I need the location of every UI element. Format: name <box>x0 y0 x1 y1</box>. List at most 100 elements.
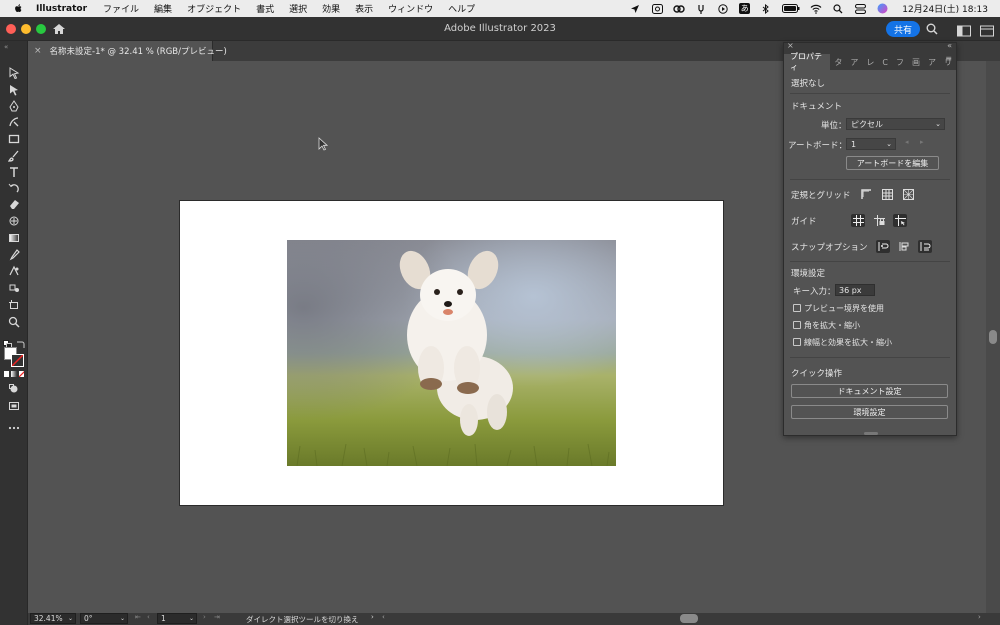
tab-cc-libraries[interactable]: C <box>878 54 892 70</box>
panel-collapse-icon[interactable]: « <box>947 41 952 50</box>
artboard-tool-icon[interactable] <box>7 298 21 312</box>
close-tab-icon[interactable]: × <box>34 46 42 56</box>
curvature-tool-icon[interactable] <box>7 115 21 129</box>
blend-tool-icon[interactable] <box>7 264 21 278</box>
menu-object[interactable]: オブジェクト <box>187 2 241 15</box>
grid-icon[interactable] <box>880 188 894 201</box>
snap-to-glyph-icon[interactable] <box>918 240 932 253</box>
gradient-tool-icon[interactable] <box>7 231 21 245</box>
edit-toolbar-more-icon[interactable] <box>7 421 21 435</box>
tab-image[interactable]: 画 <box>908 54 924 70</box>
scale-strokes-checkbox[interactable] <box>793 338 801 346</box>
default-colors-icon[interactable] <box>3 334 12 349</box>
menu-select[interactable]: 選択 <box>289 2 307 15</box>
menu-help[interactable]: ヘルプ <box>448 2 475 15</box>
pen-tool-icon[interactable] <box>7 99 21 113</box>
warp-tool-icon[interactable] <box>7 214 21 228</box>
next-artboard-arrow-icon[interactable]: ▸ <box>920 138 924 146</box>
eraser-tool-icon[interactable] <box>7 197 21 211</box>
panels-toggle-icon[interactable] <box>980 22 994 37</box>
rotate-tool-icon[interactable] <box>7 181 21 195</box>
swap-colors-icon[interactable] <box>16 334 25 348</box>
rotation-field[interactable]: 0° ⌄ <box>80 613 128 624</box>
rulers-icon[interactable] <box>859 188 873 201</box>
apple-menu-icon[interactable] <box>12 3 24 15</box>
tab-layers[interactable]: レ <box>862 54 878 70</box>
scroll-right-icon[interactable]: › <box>978 613 981 621</box>
selection-tool-icon[interactable] <box>7 66 21 80</box>
smart-guides-icon[interactable] <box>893 214 907 227</box>
menu-effect[interactable]: 効果 <box>322 2 340 15</box>
menu-type[interactable]: 書式 <box>256 2 274 15</box>
artboard-dropdown-icon[interactable]: ⌄ <box>189 615 194 622</box>
creative-cloud-status-icon[interactable] <box>651 3 663 14</box>
status-menu-arrow-icon[interactable]: › <box>371 613 374 621</box>
snap-to-pixel-icon[interactable] <box>897 240 911 253</box>
artboard-navigation-field[interactable]: 1 ⌄ <box>157 613 197 624</box>
panel-scroll-thumb[interactable] <box>864 432 878 435</box>
key-increment-input[interactable]: 36 px <box>835 284 875 296</box>
spotlight-search-icon[interactable] <box>832 3 844 14</box>
draw-mode-icon[interactable] <box>7 382 21 396</box>
edit-artboards-button[interactable]: アートボードを編集 <box>846 156 939 170</box>
horizontal-scroll-thumb[interactable] <box>680 614 698 623</box>
input-method-icon[interactable]: あ <box>739 3 751 14</box>
workspace-layout-icon[interactable] <box>957 22 971 37</box>
scale-corners-checkbox[interactable] <box>793 321 801 329</box>
first-artboard-icon[interactable]: ⇤ <box>135 613 141 621</box>
panel-menu-icon[interactable]: ≡ <box>945 54 952 63</box>
zoom-dropdown-icon[interactable]: ⌄ <box>68 615 73 622</box>
app-menu[interactable]: Illustrator <box>36 4 87 14</box>
tab-font[interactable]: フ <box>892 54 908 70</box>
none-mode-icon[interactable] <box>18 371 24 377</box>
menu-view[interactable]: 表示 <box>355 2 373 15</box>
lock-guides-icon[interactable] <box>872 214 886 227</box>
location-arrow-icon[interactable] <box>629 4 641 14</box>
rotation-dropdown-icon[interactable]: ⌄ <box>120 615 125 622</box>
previous-artboard-icon[interactable]: ‹ <box>147 613 150 621</box>
color-mode-icon[interactable] <box>4 371 10 377</box>
zoom-tool-icon[interactable] <box>7 315 21 329</box>
menubar-clock[interactable]: 12月24日(土) 18:13 <box>902 2 988 15</box>
document-setup-button[interactable]: ドキュメント設定 <box>791 384 948 398</box>
stroke-color-swatch[interactable] <box>11 354 24 367</box>
siri-icon[interactable] <box>876 3 888 14</box>
menu-edit[interactable]: 編集 <box>154 2 172 15</box>
show-guides-icon[interactable] <box>851 214 865 227</box>
symbol-sprayer-tool-icon[interactable] <box>7 281 21 295</box>
preview-bounds-checkbox[interactable] <box>793 304 801 312</box>
tab-type[interactable]: タ <box>830 54 846 70</box>
creative-cloud-icon[interactable] <box>673 4 685 14</box>
tab-artboards[interactable]: ア <box>924 54 940 70</box>
document-tab[interactable]: × 名称未設定-1* @ 32.41 % (RGB/プレビュー) <box>28 41 227 61</box>
bluetooth-icon[interactable] <box>760 3 772 14</box>
artboard-select[interactable]: 1 ⌄ <box>846 138 896 150</box>
eyedropper-tool-icon[interactable] <box>7 248 21 262</box>
panel-close-icon[interactable]: × <box>787 41 794 50</box>
vertical-scroll-thumb[interactable] <box>989 330 997 344</box>
last-artboard-icon[interactable]: ⇥ <box>214 613 220 621</box>
type-tool-icon[interactable] <box>7 165 21 179</box>
play-circle-icon[interactable] <box>717 3 729 14</box>
screen-mode-icon[interactable] <box>7 399 21 413</box>
paintbrush-tool-icon[interactable] <box>7 149 21 163</box>
tab-appearance[interactable]: ア <box>846 54 862 70</box>
wifi-icon[interactable] <box>810 4 822 14</box>
tab-properties[interactable]: プロパティ <box>784 52 831 72</box>
transparency-grid-icon[interactable] <box>901 188 915 201</box>
menu-file[interactable]: ファイル <box>103 2 139 15</box>
previous-artboard-arrow-icon[interactable]: ◂ <box>905 138 909 146</box>
units-select[interactable]: ピクセル ⌄ <box>846 118 945 130</box>
toolbar-collapse-icon[interactable]: « <box>4 43 8 51</box>
tuning-fork-icon[interactable] <box>695 4 707 14</box>
preferences-button[interactable]: 環境設定 <box>791 405 948 419</box>
direct-selection-tool-icon[interactable] <box>7 83 21 97</box>
search-icon[interactable] <box>924 21 940 37</box>
menu-window[interactable]: ウィンドウ <box>388 2 433 15</box>
gradient-mode-icon[interactable] <box>11 371 17 377</box>
battery-icon[interactable] <box>782 4 800 14</box>
share-button[interactable]: 共有 <box>886 21 920 37</box>
scroll-left-icon[interactable]: ‹ <box>382 613 385 621</box>
snap-to-point-icon[interactable] <box>876 240 890 253</box>
rectangle-tool-icon[interactable] <box>7 132 21 146</box>
